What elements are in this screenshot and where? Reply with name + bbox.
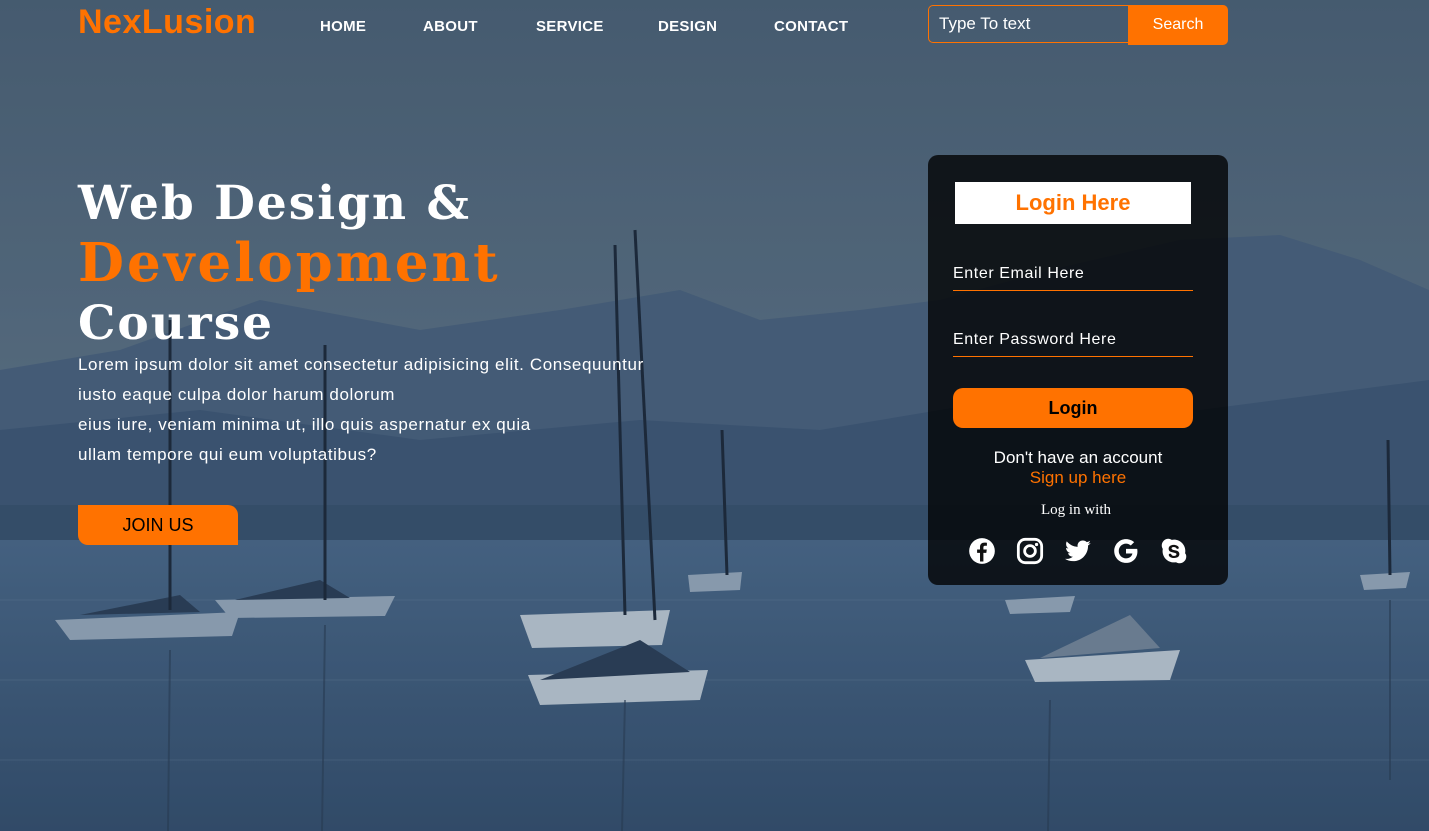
hero-title-line2: Development xyxy=(78,232,501,294)
search-button[interactable]: Search xyxy=(1128,5,1228,45)
nav-design[interactable]: DESIGN xyxy=(658,18,717,35)
hero-text-line: iusto eaque culpa dolor harum dolorum xyxy=(78,385,396,404)
facebook-icon[interactable] xyxy=(968,537,996,565)
hero-title-line1: Web Design & xyxy=(78,176,471,231)
search-input[interactable] xyxy=(928,5,1129,43)
login-title: Login Here xyxy=(955,182,1191,224)
brand-logo[interactable]: NexLusion xyxy=(78,2,256,42)
no-account-text: Don't have an account xyxy=(993,448,1163,467)
login-form: Login Here Login Don't have an account S… xyxy=(928,155,1228,585)
login-button[interactable]: Login xyxy=(953,388,1193,428)
email-field[interactable] xyxy=(953,257,1193,291)
signup-link[interactable]: Sign up here xyxy=(928,468,1228,488)
hero-text-line: ullam tempore qui eum voluptatibus? xyxy=(78,445,377,464)
nav-about[interactable]: ABOUT xyxy=(423,18,478,35)
navbar: NexLusion HOME ABOUT SERVICE DESIGN CONT… xyxy=(0,0,1429,50)
google-icon[interactable] xyxy=(1112,537,1140,565)
search-bar: Search xyxy=(928,5,1228,45)
login-with-label: Log in with xyxy=(1041,502,1111,518)
social-icons xyxy=(968,537,1192,567)
hero-description: Lorem ipsum dolor sit amet consectetur a… xyxy=(78,350,698,470)
skype-icon[interactable] xyxy=(1160,537,1188,565)
join-us-button[interactable]: JOIN US xyxy=(78,505,238,545)
nav-contact[interactable]: CONTACT xyxy=(774,18,848,35)
password-field[interactable] xyxy=(953,323,1193,357)
instagram-icon[interactable] xyxy=(1016,537,1044,565)
hero-text-line: eius iure, veniam minima ut, illo quis a… xyxy=(78,415,531,434)
nav-service[interactable]: SERVICE xyxy=(536,18,604,35)
hero-section: Web Design & Development Course Lorem ip… xyxy=(78,175,698,545)
twitter-icon[interactable] xyxy=(1064,537,1092,565)
nav-home[interactable]: HOME xyxy=(320,18,366,35)
hero-title-line3: Course xyxy=(78,296,275,351)
hero-text-line: Lorem ipsum dolor sit amet consectetur a… xyxy=(78,355,644,374)
